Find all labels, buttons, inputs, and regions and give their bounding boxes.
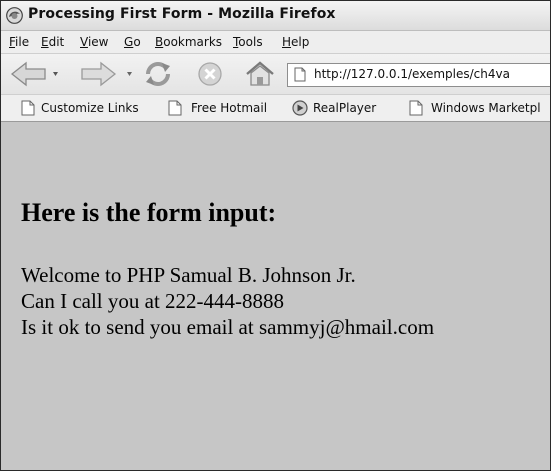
back-arrow-icon[interactable]	[9, 61, 59, 87]
page-content: Here is the form input: Welcome to PHP S…	[1, 122, 550, 470]
back-dropdown-icon	[53, 72, 58, 76]
page-heading: Here is the form input:	[21, 198, 277, 227]
home-icon[interactable]	[244, 60, 276, 88]
reload-icon[interactable]	[143, 60, 173, 88]
url-text: http://127.0.0.1/exemples/ch4va	[314, 67, 510, 81]
title-bar: Processing First Form - Mozilla Firefox	[1, 1, 550, 31]
page-icon	[409, 100, 423, 116]
menu-bookmarks[interactable]: Bookmarks	[155, 35, 222, 49]
menu-bar: File Edit View Go Bookmarks Tools Help	[1, 31, 550, 54]
phone-line: Can I call you at 222-444-8888	[21, 289, 285, 313]
stop-icon[interactable]	[197, 61, 223, 87]
menu-go[interactable]: Go	[124, 35, 141, 49]
forward-dropdown-icon	[127, 72, 132, 76]
bookmark-realplayer[interactable]: RealPlayer	[292, 100, 402, 116]
menu-tools[interactable]: Tools	[233, 35, 263, 49]
browser-window: Processing First Form - Mozilla Firefox …	[0, 0, 551, 471]
email-line: Is it ok to send you email at sammyj@hma…	[21, 315, 435, 339]
menu-help[interactable]: Help	[282, 35, 309, 49]
realplayer-icon	[292, 100, 308, 116]
window-title: Processing First Form - Mozilla Firefox	[28, 6, 336, 22]
forward-arrow-icon[interactable]	[79, 61, 135, 87]
bookmarks-toolbar: Customize Links Free Hotmail RealPlayer …	[1, 95, 550, 122]
page-icon	[21, 100, 35, 116]
firefox-logo-icon	[6, 7, 23, 24]
bookmark-free-hotmail[interactable]: Free Hotmail	[168, 100, 278, 116]
page-icon	[168, 100, 182, 116]
page-icon	[294, 67, 306, 82]
bookmark-windows-marketplace[interactable]: Windows Marketpl	[409, 100, 550, 116]
menu-file[interactable]: File	[9, 35, 29, 49]
menu-view[interactable]: View	[80, 35, 108, 49]
bookmark-customize-links[interactable]: Customize Links	[21, 100, 159, 116]
url-bar[interactable]: http://127.0.0.1/exemples/ch4va	[287, 63, 550, 87]
welcome-line: Welcome to PHP Samual B. Johnson Jr.	[21, 263, 356, 287]
menu-edit[interactable]: Edit	[41, 35, 64, 49]
navigation-toolbar: http://127.0.0.1/exemples/ch4va	[1, 54, 550, 95]
